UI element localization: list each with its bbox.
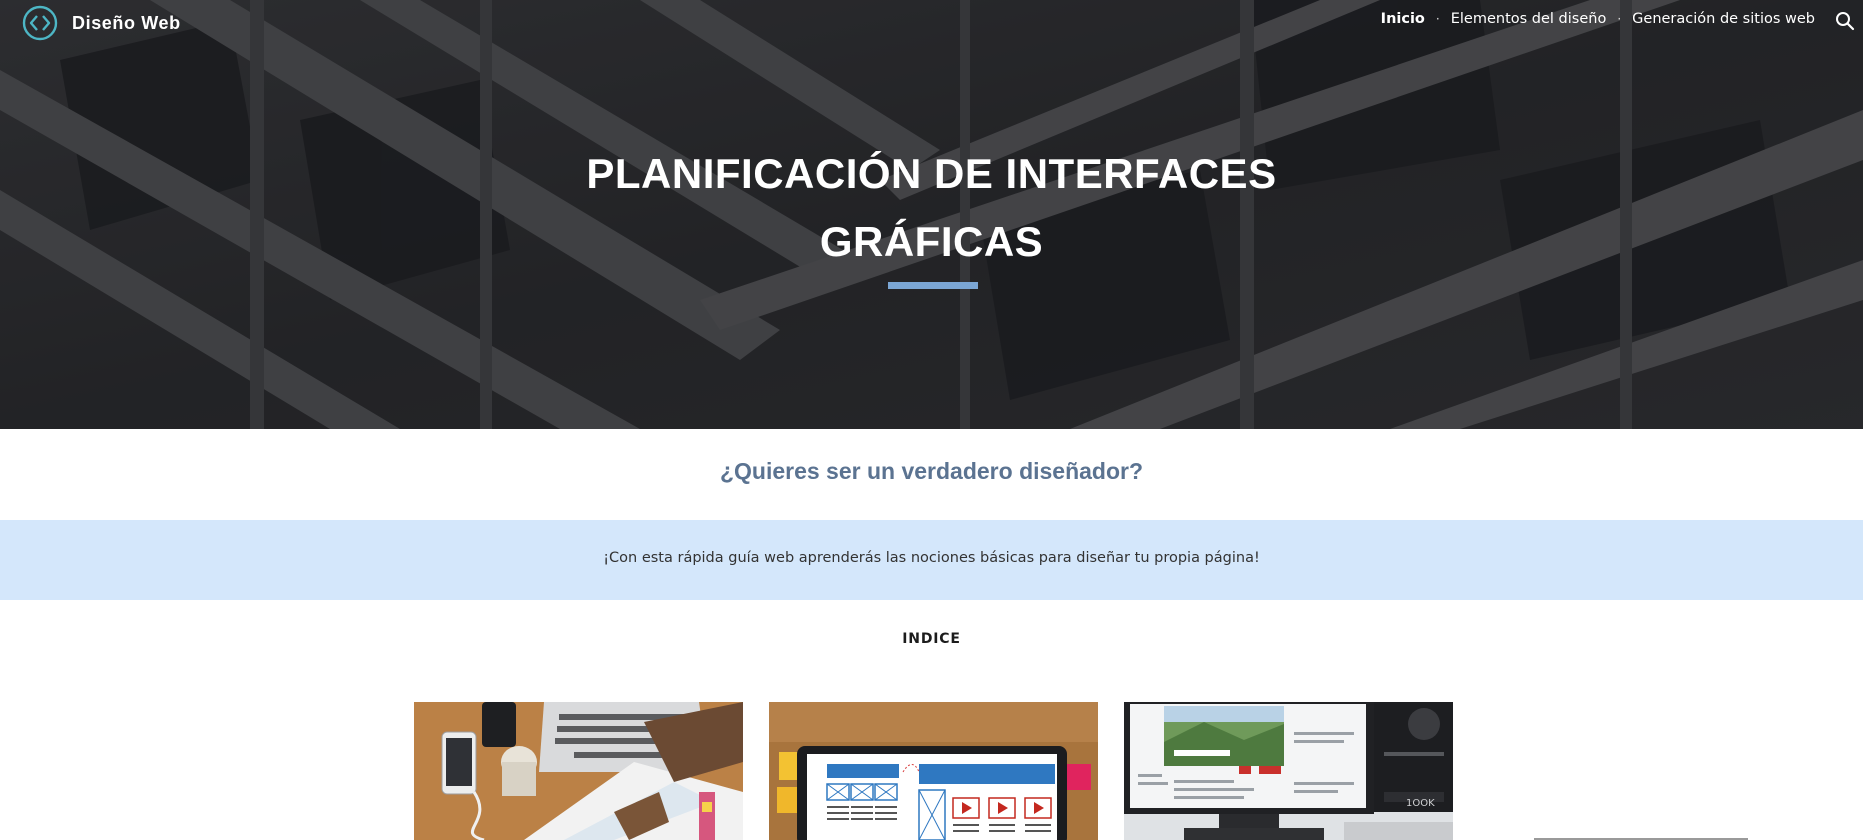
top-navigation: Inicio · Elementos del diseño · Generaci… [1381,11,1815,27]
nav-item-inicio[interactable]: Inicio [1381,11,1425,27]
intro-banner: ¡Con esta rápida guía web aprenderás las… [0,520,1863,600]
section-question-heading: ¿Quieres ser un verdadero diseñador? [719,458,1144,484]
code-brackets-circle-icon [22,5,58,41]
index-heading: INDICE [902,631,961,647]
nav-item-generacion-de-sitios-web[interactable]: Generación de sitios web [1632,11,1815,27]
nav-separator: · [1617,12,1622,26]
page-title-line-1: PLANIFICACIÓN DE INTERFACES [586,150,1277,197]
index-card-3[interactable]: 1OOK [1124,702,1453,840]
index-card-1[interactable] [414,702,743,840]
svg-text:1OOK: 1OOK [1406,798,1435,809]
tablet-wireframe-image [769,702,1098,840]
intro-banner-text: ¡Con esta rápida guía web aprenderás las… [603,550,1260,566]
nav-separator: · [1435,12,1440,26]
monitor-website-image: 1OOK [1124,702,1453,840]
index-card-2[interactable] [769,702,1098,840]
desk-laptop-image [414,702,743,840]
search-icon[interactable] [1833,9,1857,33]
title-underline [888,282,978,289]
page-title-line-2: GRÁFICAS [819,218,1044,265]
nav-item-elementos-del-diseno[interactable]: Elementos del diseño [1451,11,1607,27]
site-logo-link[interactable]: Diseño Web [22,4,181,42]
site-title[interactable]: Diseño Web [72,13,181,34]
page-title: PLANIFICACIÓN DE INTERFACES GRÁFICAS [0,140,1863,276]
hero-banner: Diseño Web Inicio · Elementos del diseño… [0,0,1863,429]
